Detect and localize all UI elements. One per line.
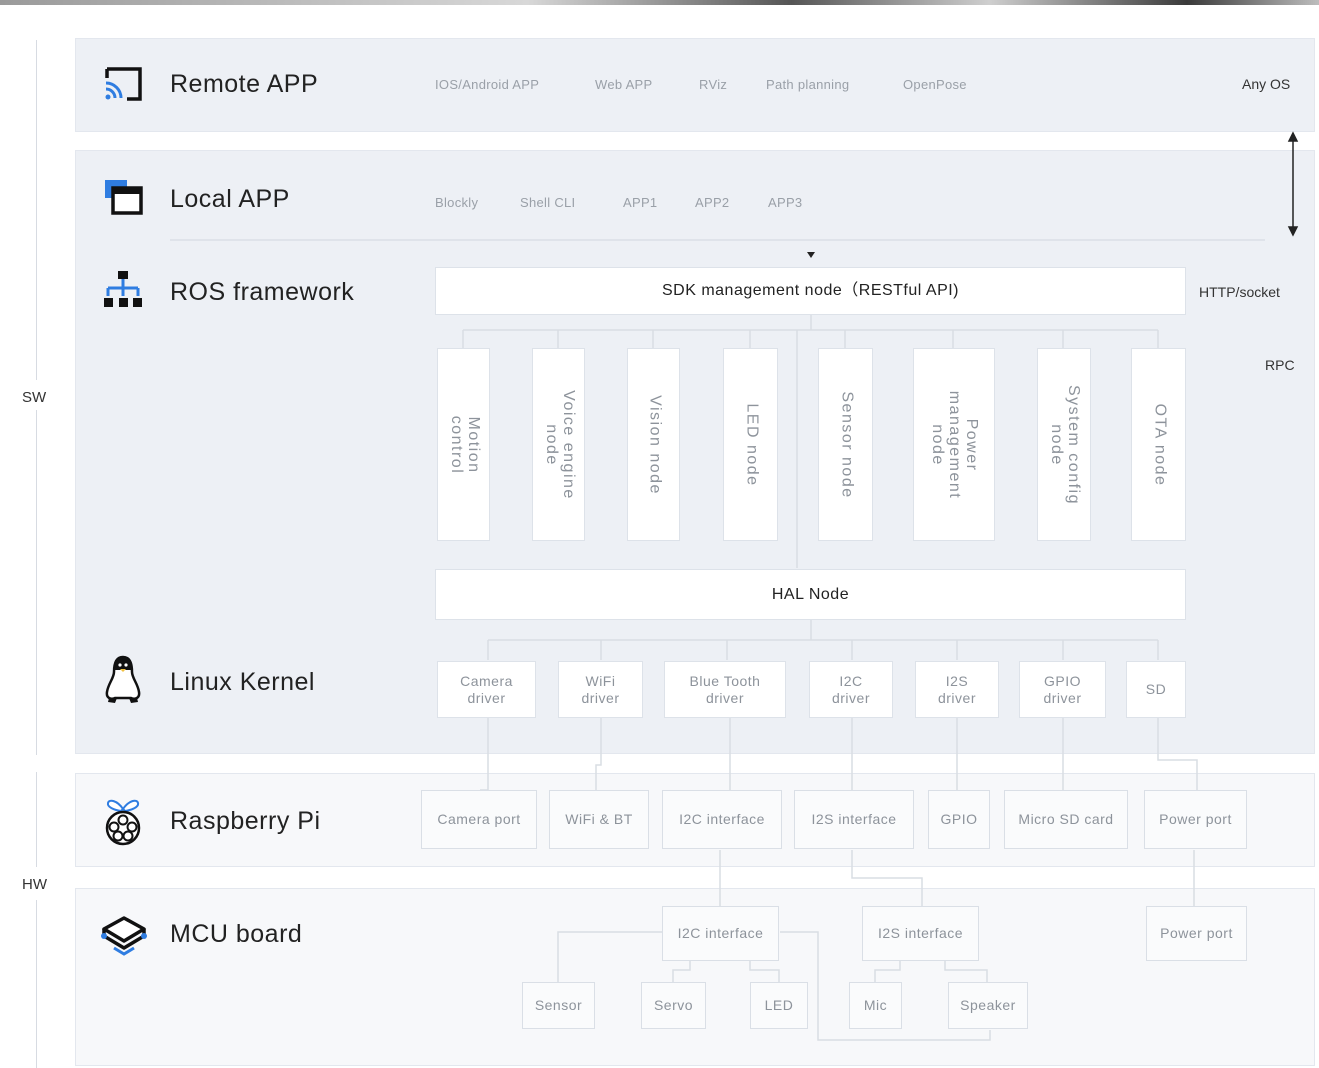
system-config-node: System config node [1037,348,1091,541]
power-port: Power port [1144,790,1247,849]
mcu-i2c-interface: I2C interface [662,906,779,961]
sd-driver: SD [1126,661,1186,718]
i2c-interface-port: I2C interface [662,790,782,849]
local-app-title: Local APP [170,185,290,213]
servo-device: Servo [641,982,706,1029]
remote-tag: IOS/Android APP [435,77,540,92]
i2s-driver: I2S driver [915,661,999,718]
linux-kernel-title: Linux Kernel [170,668,315,696]
linux-penguin-icon [103,654,143,711]
mic-device: Mic [849,982,902,1029]
motion-control-node: Motion control [437,348,490,541]
gpio-port: GPIO [928,790,990,849]
remote-tag: OpenPose [903,77,967,92]
led-device: LED [750,982,808,1029]
local-tag: Blockly [435,195,479,210]
node-label: OTA node [1150,403,1168,486]
mcu-power-port: Power port [1146,906,1247,961]
local-tag: Shell CLI [520,195,576,210]
ros-framework-title: ROS framework [170,278,355,306]
remote-tag: RViz [699,77,728,92]
sensor-node: Sensor node [818,348,873,541]
wifi-bt-port: WiFi & BT [549,790,649,849]
mcu-board-title: MCU board [170,920,303,948]
node-label: Vision node [645,394,663,495]
remote-tag: Path planning [766,77,850,92]
voice-engine-node: Voice engine node [532,348,585,541]
local-tag: APP2 [695,195,730,210]
cast-icon [103,66,143,107]
windows-icon [103,178,143,221]
speaker-device: Speaker [948,982,1028,1029]
rpc-label: RPC [1265,357,1295,373]
camera-driver: Camera driver [437,661,536,718]
raspberry-pi-title: Raspberry Pi [170,807,321,835]
node-label: LED node [742,402,760,487]
remote-app-title: Remote APP [170,70,319,98]
local-tag: APP1 [623,195,658,210]
i2c-driver: I2C driver [809,661,893,718]
hal-node: HAL Node [435,569,1186,620]
any-os-label: Any OS [1242,76,1291,92]
node-label: Sensor node [837,390,855,499]
power-management-node: Power management node [913,348,995,541]
led-node: LED node [723,348,778,541]
network-tree-icon [103,270,143,315]
mcu-i2s-interface: I2S interface [862,906,979,961]
vision-node: Vision node [627,348,680,541]
sdk-management-node: SDK management node（RESTful API) [435,267,1186,315]
node-label: Voice engine node [542,389,577,500]
micro-sd-card-port: Micro SD card [1004,790,1128,849]
gpio-driver: GPIO driver [1019,661,1106,718]
node-label: Motion control [447,415,482,474]
remote-tag: Web APP [595,77,653,92]
wifi-driver: WiFi driver [558,661,643,718]
local-tag: APP3 [768,195,803,210]
camera-port: Camera port [421,790,537,849]
node-label: Power management node [929,390,981,499]
http-socket-label: HTTP/socket [1199,284,1280,300]
ota-node: OTA node [1131,348,1186,541]
sensor-device: Sensor [522,982,595,1029]
bluetooth-driver: Blue Tooth driver [664,661,786,718]
node-label: System config node [1048,384,1082,505]
raspberry-pi-icon [102,797,144,852]
i2s-interface-port: I2S interface [794,790,914,849]
mcu-board-icon [100,914,148,961]
